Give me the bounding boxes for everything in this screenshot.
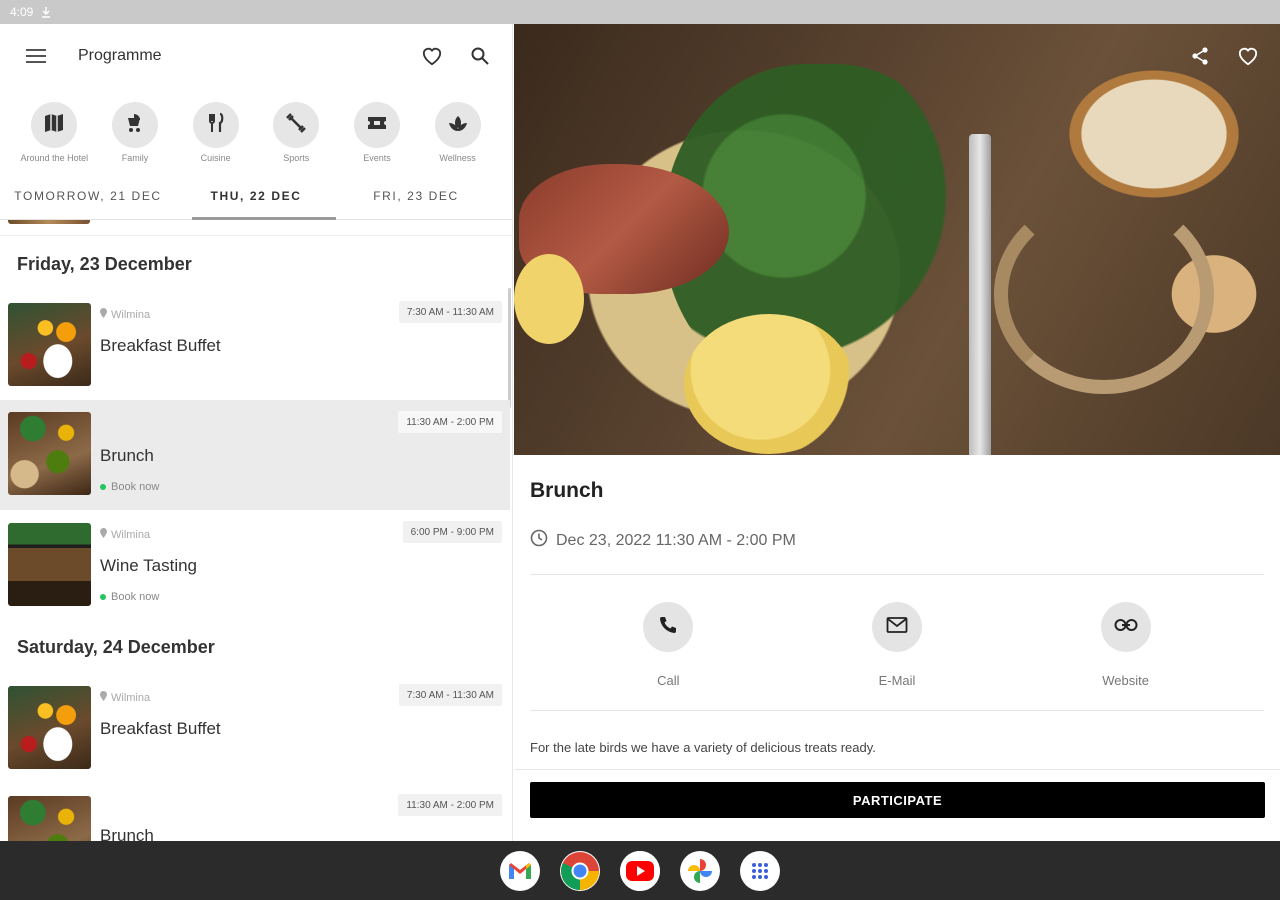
event-time: 7:30 AM - 11:30 AM: [398, 684, 502, 706]
category-sports[interactable]: Sports: [257, 102, 335, 172]
divider: [0, 235, 512, 236]
app-bar: Programme: [0, 24, 512, 88]
list-item[interactable]: Wilmina Breakfast Buffet 7:30 AM - 11:30…: [0, 301, 510, 411]
event-name: Breakfast Buffet: [100, 719, 221, 738]
event-title: Brunch: [530, 479, 604, 502]
list-item[interactable]: Brunch Book now 11:30 AM - 2:00 PM: [0, 400, 510, 510]
event-time: 11:30 AM - 2:00 PM: [398, 411, 502, 433]
favorite-icon[interactable]: [1236, 44, 1260, 68]
email-label: E-Mail: [878, 673, 916, 688]
list-item[interactable]: Brunch 11:30 AM - 2:00 PM: [0, 794, 510, 841]
event-thumbnail: [8, 220, 90, 224]
taskbar: [0, 841, 1280, 900]
list-item[interactable]: Wilmina Breakfast Buffet 7:30 AM - 11:30…: [0, 684, 510, 794]
programme-pane: Programme Around the Hotel Family Cuisin…: [0, 24, 513, 841]
pin-icon: [100, 528, 107, 541]
menu-icon[interactable]: [24, 44, 48, 68]
category-around-hotel[interactable]: Around the Hotel: [15, 102, 93, 172]
event-location: Wilmina: [100, 528, 150, 541]
tab-tomorrow[interactable]: Tomorrow, 21 Dec: [0, 172, 176, 219]
contact-actions: Call E-Mail Website: [514, 575, 1280, 710]
event-thumbnail: [8, 303, 91, 386]
category-bar: Around the Hotel Family Cuisine Sports E…: [0, 88, 512, 172]
status-time: 4:09: [10, 5, 34, 19]
event-time: 7:30 AM - 11:30 AM: [398, 301, 502, 323]
event-datetime: Dec 23, 2022 11:30 AM - 2:00 PM: [530, 529, 1264, 552]
page-title: Programme: [78, 47, 162, 64]
link-icon: [1114, 618, 1138, 637]
ticket-icon: [366, 112, 388, 139]
event-location: Wilmina: [100, 691, 150, 704]
date-tabs: Tomorrow, 21 Dec Thu, 22 Dec Fri, 23 Dec: [0, 172, 512, 220]
event-detail-pane: Brunch Dec 23, 2022 11:30 AM - 2:00 PM C…: [514, 24, 1280, 841]
app-drawer-icon[interactable]: [740, 850, 780, 891]
photos-app-icon[interactable]: [680, 850, 720, 891]
event-name: Brunch: [100, 826, 154, 841]
day-header: Friday, 23 December: [17, 254, 192, 274]
pin-icon: [100, 691, 107, 704]
favorite-icon[interactable]: [420, 44, 444, 68]
available-dot: [100, 484, 106, 490]
call-label: Call: [657, 673, 680, 688]
category-events[interactable]: Events: [338, 102, 416, 172]
book-now-status: Book now: [100, 591, 159, 603]
mail-icon: [886, 616, 908, 639]
category-label: Cuisine: [200, 153, 231, 163]
fitness-icon: [285, 112, 307, 139]
participate-button[interactable]: PARTICIPATE: [530, 782, 1265, 818]
website-label: Website: [1102, 673, 1149, 688]
book-now-status: Book now: [100, 481, 159, 493]
category-label: Family: [121, 153, 149, 163]
event-location: Wilmina: [100, 308, 150, 321]
category-label: Events: [363, 153, 391, 163]
list-item[interactable]: Wilmina Wine Tasting Book now 6:00 PM - …: [0, 521, 510, 631]
website-button[interactable]: Website: [1076, 602, 1176, 710]
search-icon[interactable]: [468, 44, 492, 68]
event-hero-image: [514, 24, 1280, 455]
category-label: Around the Hotel: [20, 153, 89, 163]
download-icon: [41, 6, 51, 18]
share-icon[interactable]: [1188, 44, 1212, 68]
tab-fri-23-dec[interactable]: Fri, 23 Dec: [336, 172, 496, 219]
category-label: Wellness: [439, 153, 476, 163]
tab-thu-22-dec[interactable]: Thu, 22 Dec: [176, 172, 336, 220]
divider: [514, 769, 1280, 770]
event-thumbnail: [8, 523, 91, 606]
status-bar: 4:09: [0, 0, 1280, 841]
gmail-app-icon[interactable]: [500, 850, 540, 891]
category-cuisine[interactable]: Cuisine: [177, 102, 255, 172]
event-list[interactable]: Friday, 23 December Wilmina Breakfast Bu…: [0, 220, 512, 841]
event-time: 11:30 AM - 2:00 PM: [398, 794, 502, 816]
available-dot: [100, 594, 106, 600]
event-thumbnail: [8, 412, 91, 495]
email-button[interactable]: E-Mail: [847, 602, 947, 710]
stroller-icon: [124, 112, 146, 139]
call-button[interactable]: Call: [618, 602, 718, 710]
event-thumbnail: [8, 686, 91, 769]
youtube-app-icon[interactable]: [620, 850, 660, 891]
event-description: For the late birds we have a variety of …: [530, 740, 876, 755]
event-name: Brunch: [100, 446, 154, 465]
clock-icon: [530, 529, 548, 552]
category-family[interactable]: Family: [96, 102, 174, 172]
map-icon: [43, 112, 65, 139]
chrome-app-icon[interactable]: [560, 850, 600, 891]
pin-icon: [100, 308, 107, 321]
phone-icon: [658, 615, 678, 640]
category-label: Sports: [283, 153, 310, 163]
lotus-icon: [447, 112, 469, 139]
fork-knife-icon: [205, 112, 227, 139]
event-time: 6:00 PM - 9:00 PM: [402, 521, 502, 543]
event-name: Wine Tasting: [100, 556, 198, 575]
event-thumbnail: [8, 796, 91, 841]
day-header: Saturday, 24 December: [17, 637, 215, 657]
event-name: Breakfast Buffet: [100, 336, 221, 355]
category-wellness[interactable]: Wellness: [419, 102, 497, 172]
